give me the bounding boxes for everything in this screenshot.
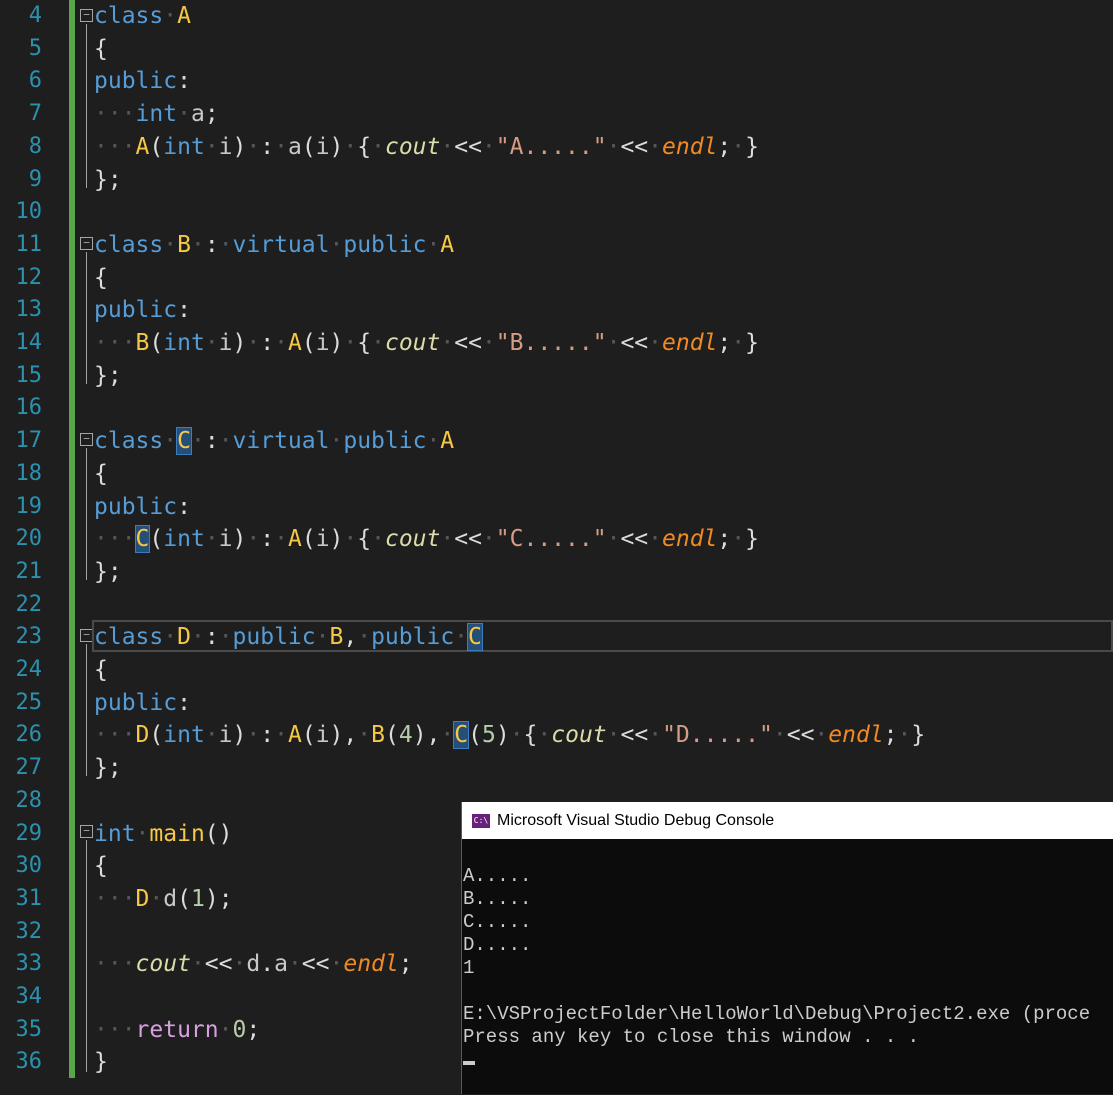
code-line-11[interactable]: class·B·:·virtual·public·A [94, 229, 454, 262]
line-number: 28 [15, 787, 43, 813]
code-line-35[interactable]: ···return·0; [94, 1014, 260, 1047]
code-line-8[interactable]: ···A(int·i)·:·a(i)·{·cout·<<·"A....."·<<… [94, 131, 759, 164]
line-number: 14 [15, 330, 43, 355]
scope-guide [86, 644, 87, 776]
line-number: 29 [15, 820, 43, 846]
line-number: 30 [15, 853, 43, 879]
line-number: 6 [28, 68, 42, 94]
line-number: 18 [15, 460, 43, 486]
code-line-33[interactable]: ···cout·<<·d.a·<<·endl; [94, 948, 413, 981]
fold-toggle-icon[interactable]: − [80, 9, 93, 22]
line-number: 25 [15, 689, 43, 715]
console-line: A..... [463, 865, 532, 887]
line-number: 9 [28, 166, 42, 192]
line-number: 36 [15, 1049, 43, 1075]
debug-console-window[interactable]: C:\ Microsoft Visual Studio Debug Consol… [461, 802, 1113, 1094]
code-line-23[interactable]: class·D·:·public·B,·public·C [94, 621, 483, 654]
line-number: 13 [15, 297, 43, 323]
code-line-31[interactable]: ···D·d(1); [94, 883, 233, 916]
console-app-icon: C:\ [472, 813, 490, 828]
console-line: 1 [463, 957, 475, 979]
code-line-7[interactable]: ···int·a; [94, 98, 219, 131]
scope-guide [86, 840, 87, 1072]
line-number: 19 [15, 493, 43, 519]
code-line-30[interactable]: { [94, 850, 108, 883]
console-title: Microsoft Visual Studio Debug Console [497, 811, 775, 829]
scope-guide [86, 252, 87, 384]
line-number: 5 [28, 35, 42, 61]
line-number: 24 [15, 657, 43, 682]
line-number: 17 [15, 428, 43, 454]
code-line-4[interactable]: class·A [94, 0, 191, 33]
fold-toggle-icon[interactable]: − [80, 237, 93, 250]
fold-toggle-icon[interactable]: − [80, 825, 93, 838]
code-line-9[interactable]: }; [94, 164, 122, 197]
console-line: D..... [463, 934, 532, 956]
code-line-36[interactable]: } [94, 1046, 108, 1079]
scope-guide [86, 24, 87, 188]
code-line-24[interactable]: { [94, 654, 108, 687]
line-number: 27 [15, 755, 43, 781]
console-line: B..... [463, 888, 532, 910]
line-number: 11 [15, 231, 43, 257]
code-line-5[interactable]: { [94, 33, 108, 66]
line-number: 22 [15, 591, 43, 617]
line-number: 7 [28, 101, 42, 127]
code-line-29[interactable]: int·main() [94, 818, 233, 851]
code-line-12[interactable]: { [94, 262, 108, 295]
line-number: 15 [15, 362, 43, 388]
line-number: 32 [15, 918, 43, 944]
console-cursor [463, 1061, 475, 1065]
code-line-26[interactable]: ···D(int·i)·:·A(i),·B(4),·C(5)·{·cout·<<… [94, 719, 925, 752]
line-number: 26 [15, 722, 43, 748]
line-number: 34 [15, 984, 43, 1009]
code-line-17[interactable]: class·C·:·virtual·public·A [94, 425, 454, 458]
change-tracking-bar [69, 0, 75, 1078]
scope-guide [86, 448, 87, 580]
console-line: E:\VSProjectFolder\HelloWorld\Debug\Proj… [463, 1003, 1091, 1025]
console-line: C..... [463, 911, 532, 933]
line-number: 35 [15, 1016, 43, 1042]
code-line-25[interactable]: public: [94, 687, 191, 720]
code-line-14[interactable]: ···B(int·i)·:·A(i)·{·cout·<<·"B....."·<<… [94, 327, 759, 360]
line-number: 21 [15, 558, 43, 584]
code-line-6[interactable]: public: [94, 65, 191, 98]
line-number: 4 [28, 3, 42, 28]
console-line: Press any key to close this window . . . [463, 1026, 920, 1048]
code-line-13[interactable]: public: [94, 294, 191, 327]
code-line-19[interactable]: public: [94, 491, 191, 524]
line-number: 20 [15, 526, 43, 552]
code-line-15[interactable]: }; [94, 360, 122, 393]
code-line-18[interactable]: { [94, 458, 108, 491]
line-number: 8 [28, 133, 42, 159]
line-number: 10 [15, 199, 43, 225]
code-line-21[interactable]: }; [94, 556, 122, 589]
fold-toggle-icon[interactable]: − [80, 433, 93, 446]
code-line-27[interactable]: }; [94, 752, 122, 785]
line-number: 16 [15, 395, 43, 421]
line-number: 31 [15, 885, 43, 911]
line-number: 33 [15, 951, 43, 977]
console-output: A..... B..... C..... D..... 1 E:\VSProjectFol… [462, 839, 1113, 1095]
console-title-bar[interactable]: C:\ Microsoft Visual Studio Debug Consol… [462, 802, 1113, 839]
line-number: 12 [15, 264, 43, 290]
code-line-20[interactable]: ···C(int·i)·:·A(i)·{·cout·<<·"C....."·<<… [94, 523, 759, 556]
line-number: 23 [15, 624, 43, 650]
